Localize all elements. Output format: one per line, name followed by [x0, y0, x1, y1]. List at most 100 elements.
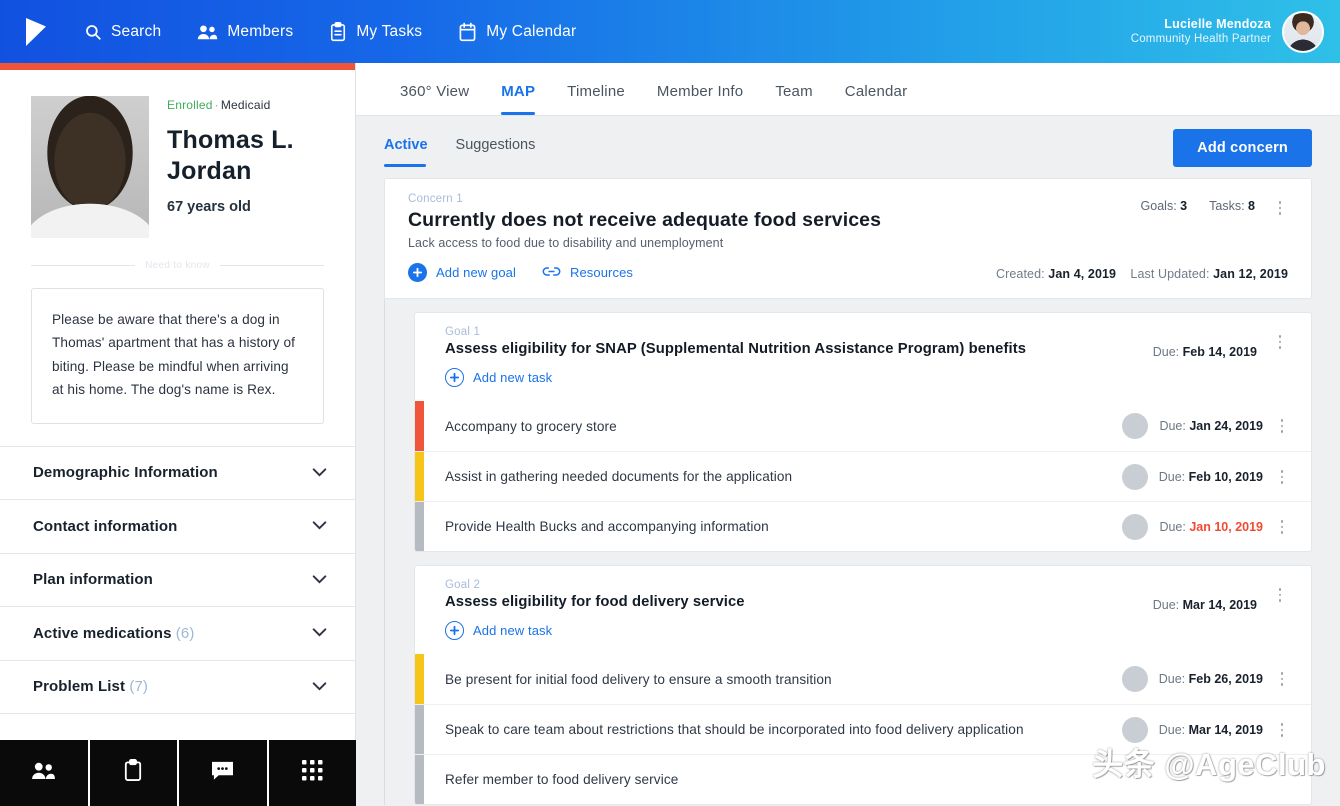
tab-timeline[interactable]: Timeline: [551, 83, 641, 115]
flag-logo-icon[interactable]: [22, 15, 52, 49]
add-new-task-button[interactable]: Add new task: [445, 368, 1289, 387]
concern-counts: Goals: 3 Tasks: 8: [1141, 199, 1255, 213]
chevron-down-icon: [312, 464, 327, 482]
avatar[interactable]: [1122, 413, 1149, 439]
task-menu-button[interactable]: [1273, 466, 1291, 488]
sidebar-item-demographic-information[interactable]: Demographic Information: [0, 446, 355, 500]
sidebar-item-plan-information[interactable]: Plan information: [0, 553, 355, 607]
table-row[interactable]: Refer member to food delivery service: [415, 754, 1311, 804]
goal-header[interactable]: Goal 2 Assess eligibility for food deliv…: [414, 565, 1312, 654]
sidebar-item-active-medications[interactable]: Active medications (6): [0, 607, 355, 661]
sub-tabbar: Active Suggestions Add concern: [356, 116, 1340, 178]
tab-map[interactable]: MAP: [485, 83, 551, 115]
note-text: Please be aware that there's a dog in Th…: [52, 312, 295, 398]
chevron-down-icon: [312, 571, 327, 589]
avatar[interactable]: [1122, 513, 1149, 540]
sidebar-item-problem-list[interactable]: Problem List (7): [0, 660, 355, 714]
top-header: Search Members My Tasks My Calendar Luci…: [0, 0, 1340, 63]
task-status-bar: [415, 654, 424, 704]
accordion-label: Plan information: [33, 571, 153, 589]
bottom-nav-tasks-button[interactable]: [89, 740, 177, 806]
plan-name: Medicaid: [220, 98, 271, 112]
table-row[interactable]: Be present for initial food delivery to …: [415, 654, 1311, 704]
sidebar-item-contact-information[interactable]: Contact information: [0, 500, 355, 554]
task-due-label: Due:: [1159, 419, 1186, 433]
task-due-date: Jan 24, 2019: [1189, 419, 1263, 433]
table-row[interactable]: Assist in gathering needed documents for…: [415, 451, 1311, 501]
goal-connector-rail: [384, 552, 385, 805]
divider-label: Need to know: [145, 260, 210, 271]
task-menu-button[interactable]: [1273, 415, 1291, 437]
status-separator: ·: [214, 98, 219, 112]
user-block[interactable]: Lucielle Mendoza Community Health Partne…: [1131, 0, 1324, 63]
add-new-goal-button[interactable]: Add new goal: [408, 263, 516, 282]
updated-label: Last Updated:: [1130, 267, 1210, 281]
tab-member-info[interactable]: Member Info: [641, 83, 759, 115]
created-label: Created:: [995, 267, 1045, 281]
task-due: Due: Jan 10, 2019: [1159, 520, 1263, 534]
goal-due-date: Mar 14, 2019: [1182, 598, 1257, 612]
goal-menu-button[interactable]: [1271, 331, 1289, 353]
add-new-task-label: Add new task: [473, 370, 553, 385]
goal-menu-button[interactable]: [1271, 584, 1289, 606]
goal-header[interactable]: Goal 1 Assess eligibility for SNAP (Supp…: [414, 312, 1312, 401]
chat-icon: [210, 760, 235, 786]
member-sidebar: Enrolled · Medicaid Thomas L. Jordan 67 ye…: [0, 63, 356, 806]
nav-label-my-tasks: My Tasks: [356, 22, 423, 40]
task-menu-button[interactable]: [1273, 516, 1291, 538]
tab-360-view[interactable]: 360° View: [384, 83, 485, 115]
tab-calendar[interactable]: Calendar: [829, 83, 923, 115]
grid-icon: [301, 760, 323, 786]
task-due-date: Feb 26, 2019: [1188, 672, 1263, 686]
task-text: Speak to care team about restrictions th…: [445, 722, 1024, 737]
task-due-label: Due:: [1159, 519, 1186, 534]
task-list: Accompany to grocery store Due: Jan 24, …: [414, 401, 1312, 552]
task-due: Due: Feb 26, 2019: [1159, 672, 1263, 686]
subtab-suggestions[interactable]: Suggestions: [456, 137, 536, 158]
task-text: Assist in gathering needed documents for…: [445, 469, 793, 484]
concern-scroll-area[interactable]: Concern 1 Currently does not receive ade…: [356, 178, 1340, 806]
avatar[interactable]: [1121, 463, 1148, 490]
bottom-nav-chat-button[interactable]: [179, 740, 267, 806]
task-text: Be present for initial food delivery to …: [445, 671, 832, 687]
task-status-bar: [415, 705, 424, 754]
add-concern-button[interactable]: Add concern: [1173, 129, 1312, 167]
table-row[interactable]: Accompany to grocery store Due: Jan 24, …: [415, 401, 1311, 451]
goal-due: Due: Feb 14, 2019: [1153, 345, 1257, 359]
concern-menu-button[interactable]: [1271, 197, 1289, 219]
main-tabbar: 360° View MAP Timeline Member Info Team …: [356, 63, 1340, 116]
nav-item-my-calendar[interactable]: My Calendar: [458, 22, 576, 42]
task-menu-button[interactable]: [1273, 719, 1291, 741]
resources-button[interactable]: Resources: [542, 265, 633, 281]
task-menu-button[interactable]: [1273, 668, 1291, 690]
accordion-count: (7): [129, 678, 148, 696]
tab-team[interactable]: Team: [759, 83, 828, 115]
table-row[interactable]: Speak to care team about restrictions th…: [415, 704, 1311, 754]
nav-item-search[interactable]: Search: [84, 23, 161, 41]
bottom-nav: [0, 740, 356, 806]
subtab-active[interactable]: Active: [384, 137, 428, 167]
avatar[interactable]: [1282, 10, 1324, 53]
task-status-bar: [415, 755, 424, 804]
goal-group: Goal 1 Assess eligibility for SNAP (Supp…: [384, 299, 1312, 552]
avatar[interactable]: [1121, 666, 1148, 692]
members-icon: [31, 761, 56, 785]
bottom-nav-members-button[interactable]: [0, 740, 88, 806]
add-new-goal-label: Add new goal: [436, 265, 516, 280]
page-title: Thomas L. Jordan: [167, 126, 294, 185]
add-new-task-button[interactable]: Add new task: [445, 621, 1289, 640]
task-status-bar: [415, 401, 424, 451]
concern-card[interactable]: Concern 1 Currently does not receive ade…: [384, 178, 1312, 299]
members-icon: [197, 23, 218, 41]
bottom-nav-grid-button[interactable]: [268, 740, 356, 806]
nav-item-members[interactable]: Members: [197, 23, 293, 41]
task-due: Due: Feb 10, 2019: [1159, 470, 1263, 484]
member-age: 67 years old: [167, 199, 251, 215]
task-due: Due: Jan 24, 2019: [1159, 419, 1263, 433]
nav-item-my-tasks[interactable]: My Tasks: [329, 21, 423, 42]
task-due-date: Mar 14, 2019: [1188, 722, 1263, 737]
info-accordion: Demographic Information Contact informat…: [0, 445, 355, 714]
goal-due-date: Feb 14, 2019: [1182, 345, 1257, 359]
avatar[interactable]: [1121, 716, 1148, 743]
table-row[interactable]: Provide Health Bucks and accompanying in…: [415, 501, 1311, 551]
